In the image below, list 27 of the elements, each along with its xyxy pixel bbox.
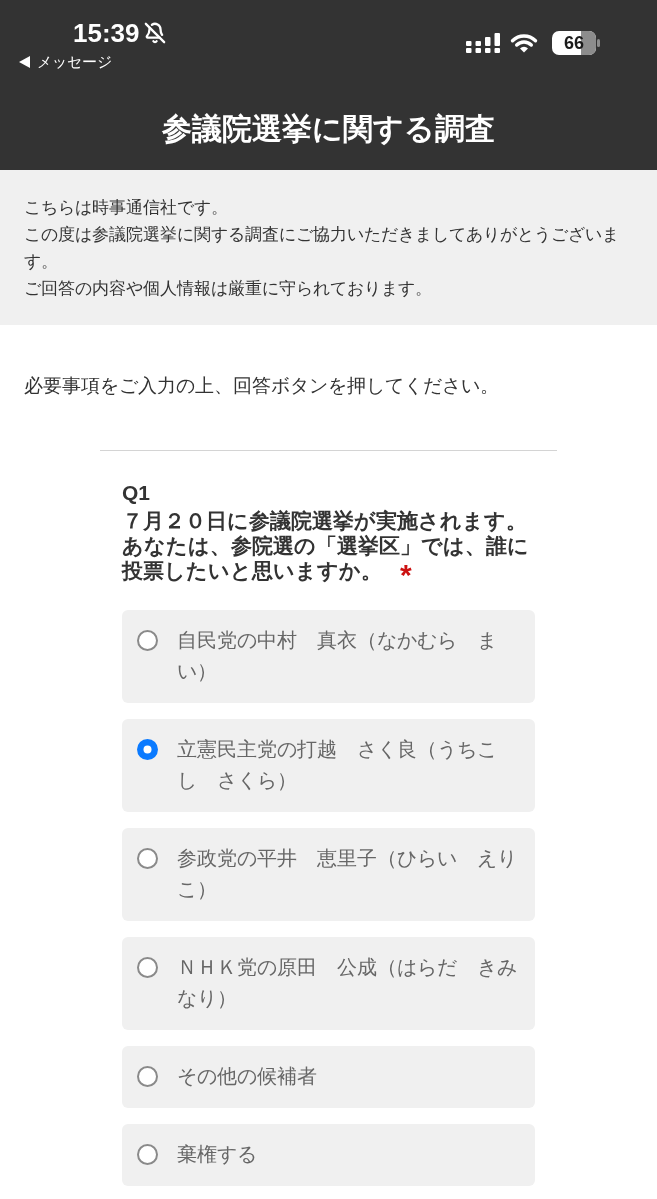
radio-button[interactable] xyxy=(137,739,158,760)
back-link[interactable]: メッセージ xyxy=(19,52,166,72)
radio-button[interactable] xyxy=(137,1066,158,1087)
answer-option[interactable]: 立憲民主党の打越 さく良（うちこし さくら） xyxy=(122,718,535,812)
page-title: 参議院選挙に関する調査 xyxy=(162,111,495,147)
battery-percentage: 66 xyxy=(564,32,584,55)
answer-option[interactable]: 参政党の平井 恵里子（ひらい えりこ） xyxy=(122,827,535,921)
answer-option[interactable]: 自民党の中村 真衣（なかむら まい） xyxy=(122,609,535,703)
answer-option[interactable]: 棄権する xyxy=(122,1123,535,1186)
question-number: Q1 xyxy=(122,480,151,505)
radio-button[interactable] xyxy=(137,848,158,869)
wifi-icon xyxy=(510,33,538,53)
info-text: ご回答の内容や個人情報は厳重に守られております。 xyxy=(24,277,433,299)
answer-option[interactable]: その他の候補者 xyxy=(122,1045,535,1108)
answer-option[interactable]: ＮＨＫ党の原田 公成（はらだ きみなり） xyxy=(122,936,535,1030)
radio-button[interactable] xyxy=(137,1144,158,1165)
info-text: こちらは時事通信社です。 xyxy=(24,196,229,218)
status-time: 15:39 xyxy=(73,18,140,48)
radio-button[interactable] xyxy=(137,630,158,651)
question-text: ７月２０日に参議院選挙が実施されます。あなたは、参院選の「選挙区」では、誰に投票したいと思いますか。 * xyxy=(122,508,530,587)
signal-icon xyxy=(466,33,500,53)
instruction-text: 必要事項をご入力の上、回答ボタンを押してください。 xyxy=(23,374,500,398)
battery-icon xyxy=(552,31,600,55)
info-text: この度は参議院選挙に関する調査にご協力いただきましてありがとうございます。 xyxy=(24,223,620,272)
bell-off-icon xyxy=(143,22,166,44)
radio-button[interactable] xyxy=(137,957,158,978)
back-triangle-icon xyxy=(19,56,30,68)
